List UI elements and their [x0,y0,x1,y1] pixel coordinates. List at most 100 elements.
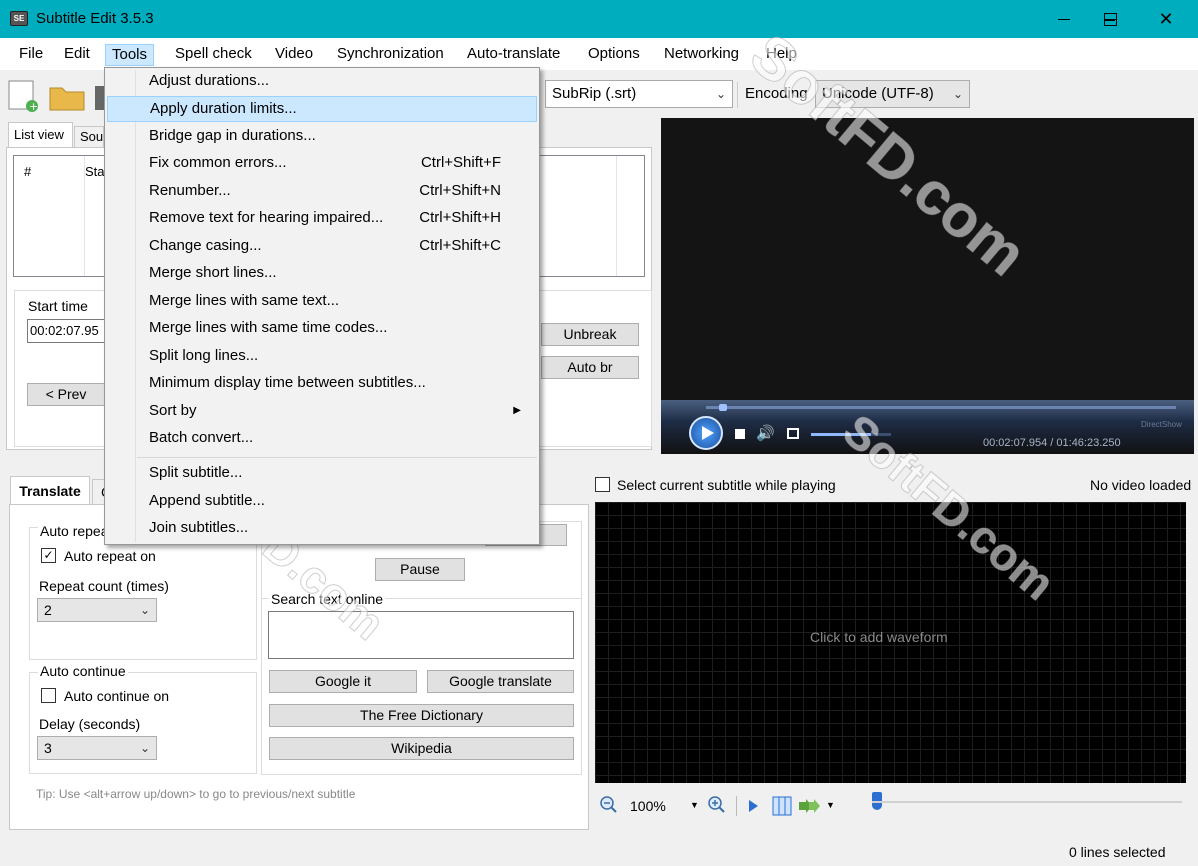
video-player[interactable]: 🔊 DirectShow 00:02:07.954 / 01:46:23.250 [661,118,1194,454]
video-controls: 🔊 DirectShow 00:02:07.954 / 01:46:23.250 [661,400,1194,454]
menu-item-change-casing[interactable]: Change casing... Ctrl+Shift+C [107,234,537,260]
menu-networking[interactable]: Networking [658,44,745,66]
close-icon[interactable]: ✕ [1143,0,1189,38]
wikipedia-button[interactable]: Wikipedia [269,737,574,760]
delay-select[interactable]: 3 ⌄ [37,736,157,760]
translate-panel: Auto repea ✓ Auto repeat on Repeat count… [9,504,589,830]
play-waveform-icon[interactable] [746,797,760,815]
menu-item-fix-common-errors[interactable]: Fix common errors... Ctrl+Shift+F [107,151,537,177]
menu-item-merge-same-time-codes[interactable]: Merge lines with same time codes... [107,316,537,342]
play-button[interactable] [689,416,723,450]
unbreak-button[interactable]: Unbreak [541,323,639,346]
menu-separator [137,457,537,458]
chevron-down-icon: ⌄ [715,87,726,101]
menu-item-shortcut: Ctrl+Shift+C [419,237,501,254]
menu-item-label: Bridge gap in durations... [149,127,316,144]
menu-item-label: Split subtitle... [149,464,243,481]
grid-icon[interactable] [772,796,792,816]
volume-icon[interactable]: 🔊 [756,424,775,442]
auto-repeat-checkbox[interactable]: ✓ [41,548,56,563]
delay-label: Delay (seconds) [39,716,141,732]
menu-auto-translate[interactable]: Auto-translate [461,44,566,66]
video-seek-track[interactable] [706,406,1176,409]
zoom-out-icon[interactable] [600,796,618,814]
forward-arrows-icon[interactable] [798,797,822,815]
menu-item-split-subtitle[interactable]: Split subtitle... [107,461,537,487]
chevron-down-icon: ⌄ [139,741,150,755]
chevron-down-icon: ⌄ [952,87,963,101]
menu-item-label: Adjust durations... [149,72,270,89]
menu-item-label: Merge lines with same time codes... [149,319,388,336]
menu-item-apply-duration-limits[interactable]: Apply duration limits... [107,96,537,122]
menu-item-label: Merge lines with same text... [149,292,340,309]
menu-item-bridge-gap[interactable]: Bridge gap in durations... [107,124,537,150]
video-seek-thumb[interactable] [719,404,727,411]
google-translate-button[interactable]: Google translate [427,670,574,693]
menu-item-min-display-time[interactable]: Minimum display time between subtitles..… [107,371,537,397]
col-start[interactable]: Sta [85,164,105,179]
menu-help[interactable]: Help [760,44,803,66]
search-text-input[interactable] [268,611,574,659]
submenu-arrow-icon: ▶ [513,405,521,416]
auto-continue-group-label: Auto continue [38,663,128,679]
app-icon: SE [10,11,28,26]
zoom-in-icon[interactable] [708,796,726,814]
menu-file[interactable]: File [13,44,49,66]
tools-menu: Adjust durations... Apply duration limit… [104,67,540,545]
menu-item-label: Merge short lines... [149,264,277,281]
no-video-label: No video loaded [1090,477,1192,493]
menu-item-shortcut: Ctrl+Shift+N [419,182,501,199]
menu-item-shortcut: Ctrl+Shift+H [419,209,501,226]
menu-item-adjust-durations[interactable]: Adjust durations... [107,69,537,95]
open-folder-icon[interactable] [48,78,88,112]
menu-item-split-long-lines[interactable]: Split long lines... [107,344,537,370]
menu-synchronization[interactable]: Synchronization [331,44,450,66]
prev-button[interactable]: < Prev [27,383,105,406]
maximize-icon[interactable] [1087,0,1133,38]
auto-continue-checkbox[interactable] [41,688,56,703]
format-select[interactable]: SubRip (.srt) ⌄ [545,80,733,108]
select-current-checkbox[interactable] [595,477,610,492]
google-it-button[interactable]: Google it [269,670,417,693]
menu-item-sort-by[interactable]: Sort by ▶ [107,399,537,425]
menu-item-merge-same-text[interactable]: Merge lines with same text... [107,289,537,315]
zoom-dropdown-icon[interactable]: ▼ [690,800,699,810]
menu-item-batch-convert[interactable]: Batch convert... [107,426,537,452]
zoom-value: 100% [630,798,666,814]
volume-fill [811,433,871,436]
waveform-area[interactable]: Click to add waveform [595,502,1186,783]
forward-dropdown-icon[interactable]: ▼ [826,800,835,810]
menu-spell-check[interactable]: Spell check [169,44,258,66]
menu-video[interactable]: Video [269,44,319,66]
repeat-count-select[interactable]: 2 ⌄ [37,598,157,622]
position-slider-track[interactable] [872,801,1182,803]
tab-translate[interactable]: Translate [10,476,90,505]
menu-item-label: Remove text for hearing impaired... [149,209,384,226]
menu-tools[interactable]: Tools [105,44,155,66]
auto-repeat-group-label: Auto repea [38,523,111,539]
format-value: SubRip (.srt) [552,85,637,102]
tab-list-view[interactable]: List view [8,122,73,148]
menu-item-renumber[interactable]: Renumber... Ctrl+Shift+N [107,179,537,205]
menu-edit[interactable]: Edit [58,44,96,66]
encoding-select[interactable]: Unicode (UTF-8) ⌄ [815,80,970,108]
menu-item-merge-short-lines[interactable]: Merge short lines... [107,261,537,287]
auto-continue-label: Auto continue on [64,688,170,704]
fullscreen-icon[interactable] [787,428,799,439]
new-file-icon[interactable]: + [6,78,38,113]
menu-item-remove-hi[interactable]: Remove text for hearing impaired... Ctrl+… [107,206,537,232]
pause-button[interactable]: Pause [375,558,465,581]
menu-item-label: Batch convert... [149,429,254,446]
video-time-display: 00:02:07.954 / 01:46:23.250 [983,437,1121,449]
select-current-label: Select current subtitle while playing [617,477,836,493]
menu-options[interactable]: Options [582,44,646,66]
engine-label: DirectShow [1141,420,1182,429]
minimize-button-2[interactable] [1041,0,1087,38]
free-dictionary-button[interactable]: The Free Dictionary [269,704,574,727]
col-number[interactable]: # [24,164,31,179]
menu-item-join-subtitles[interactable]: Join subtitles... [107,516,537,542]
menu-item-append-subtitle[interactable]: Append subtitle... [107,489,537,515]
tab-source[interactable]: Sou [74,126,104,148]
auto-br-button[interactable]: Auto br [541,356,639,379]
stop-icon[interactable] [735,429,745,439]
